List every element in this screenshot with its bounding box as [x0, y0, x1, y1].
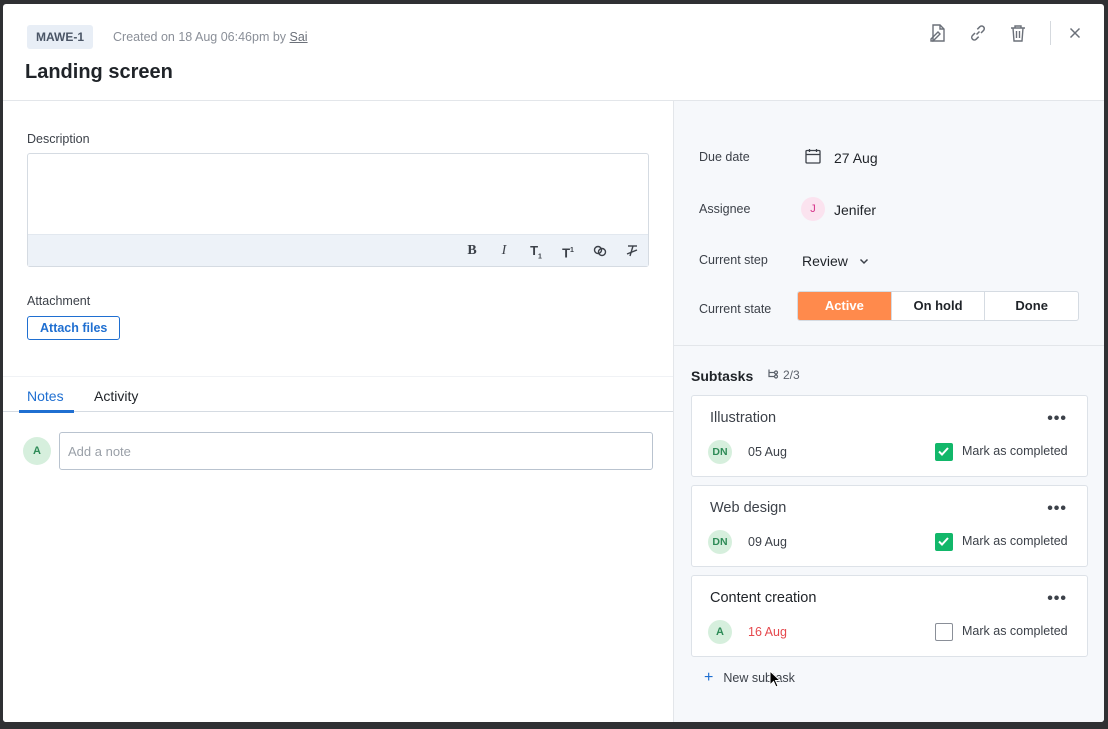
due-date-value[interactable]: 27 Aug: [834, 150, 878, 166]
complete-label: Mark as completed: [962, 444, 1068, 458]
new-subtask-label: New subtask: [723, 671, 795, 685]
subtask-card[interactable]: Web design ••• DN 09 Aug Mark as complet…: [691, 485, 1088, 567]
tabs: Notes Activity: [3, 376, 673, 413]
subtask-card[interactable]: Content creation ••• A 16 Aug Mark as co…: [691, 575, 1088, 657]
subtask-avatar: DN: [708, 530, 732, 554]
note-input[interactable]: [59, 432, 653, 470]
complete-checkbox[interactable]: [935, 533, 953, 551]
subtask-title[interactable]: Illustration: [710, 410, 776, 426]
current-step-label: Current step: [699, 253, 768, 267]
author-link[interactable]: Sai: [290, 30, 308, 44]
editor-toolbar: B I T1 T1: [28, 234, 648, 266]
current-state-label: Current state: [699, 302, 772, 316]
clear-format-icon[interactable]: [623, 242, 641, 260]
subtask-avatar: DN: [708, 440, 732, 464]
assignee-label: Assignee: [699, 202, 751, 216]
plus-icon: +: [704, 669, 714, 686]
state-on-hold-option[interactable]: On hold: [890, 292, 985, 320]
task-modal: MAWE-1 Created on 18 Aug 06:46pm by Sai …: [3, 4, 1104, 722]
current-step-value: Review: [802, 253, 848, 269]
complete-label: Mark as completed: [962, 534, 1068, 548]
due-date-label: Due date: [699, 150, 750, 164]
description-editor[interactable]: B I T1 T1: [27, 153, 649, 267]
trash-icon[interactable]: [1007, 22, 1029, 44]
subscript-icon[interactable]: T1: [527, 242, 545, 261]
subtask-card[interactable]: Illustration ••• DN 05 Aug Mark as compl…: [691, 395, 1088, 477]
assignee-avatar: J: [801, 197, 825, 221]
mouse-cursor-icon: [769, 669, 782, 693]
subtask-title[interactable]: Web design: [710, 500, 786, 516]
subtask-avatar: A: [708, 620, 732, 644]
attachment-label: Attachment: [27, 294, 91, 308]
link-insert-icon[interactable]: [591, 242, 609, 260]
left-pane: Description B I T1 T1 Attachment Attach …: [3, 101, 673, 722]
subtask-due-date: 05 Aug: [748, 445, 787, 459]
chevron-down-icon: [858, 254, 870, 270]
page-title: Landing screen: [25, 61, 173, 83]
modal-header: MAWE-1 Created on 18 Aug 06:46pm by Sai …: [3, 4, 1104, 101]
tab-activity[interactable]: Activity: [94, 388, 138, 404]
more-options-icon[interactable]: •••: [1047, 410, 1067, 428]
avatar: A: [23, 437, 51, 465]
created-text: Created on 18 Aug 06:46pm by: [113, 30, 290, 44]
more-options-icon[interactable]: •••: [1047, 500, 1067, 518]
tab-notes[interactable]: Notes: [27, 388, 64, 404]
subtasks-heading: Subtasks: [691, 368, 754, 384]
attach-files-button[interactable]: Attach files: [27, 316, 121, 340]
created-info: Created on 18 Aug 06:46pm by Sai: [113, 30, 308, 44]
task-details: Due date 27 Aug Assignee J Jenifer Curre…: [674, 101, 1104, 346]
link-icon[interactable]: [967, 22, 989, 44]
task-key-badge: MAWE-1: [27, 25, 93, 49]
right-pane: Due date 27 Aug Assignee J Jenifer Curre…: [673, 101, 1104, 722]
subtask-due-date: 16 Aug: [748, 625, 787, 639]
edit-document-icon[interactable]: [927, 22, 949, 44]
description-label: Description: [27, 132, 90, 146]
superscript-icon[interactable]: T1: [559, 242, 577, 260]
current-step-select[interactable]: Review: [802, 253, 870, 270]
active-tab-indicator: [19, 410, 74, 413]
state-done-option[interactable]: Done: [984, 292, 1078, 320]
new-subtask-button[interactable]: + New subtask: [704, 669, 795, 687]
header-divider: [1050, 21, 1051, 45]
subtask-count: 2/3: [767, 368, 800, 382]
subtask-due-date: 09 Aug: [748, 535, 787, 549]
subtask-count-value: 2/3: [783, 368, 800, 382]
calendar-icon[interactable]: [804, 147, 822, 170]
state-active-option[interactable]: Active: [798, 292, 891, 320]
more-options-icon[interactable]: •••: [1047, 590, 1067, 608]
bold-icon[interactable]: B: [463, 242, 481, 260]
close-icon[interactable]: [1064, 22, 1086, 44]
subtask-title[interactable]: Content creation: [710, 590, 816, 606]
complete-label: Mark as completed: [962, 624, 1068, 638]
state-segmented-control: Active On hold Done: [797, 291, 1079, 321]
complete-checkbox[interactable]: [935, 443, 953, 461]
subtask-tree-icon: [768, 369, 779, 379]
assignee-value[interactable]: Jenifer: [834, 202, 876, 218]
italic-icon[interactable]: I: [495, 242, 513, 260]
complete-checkbox[interactable]: [935, 623, 953, 641]
